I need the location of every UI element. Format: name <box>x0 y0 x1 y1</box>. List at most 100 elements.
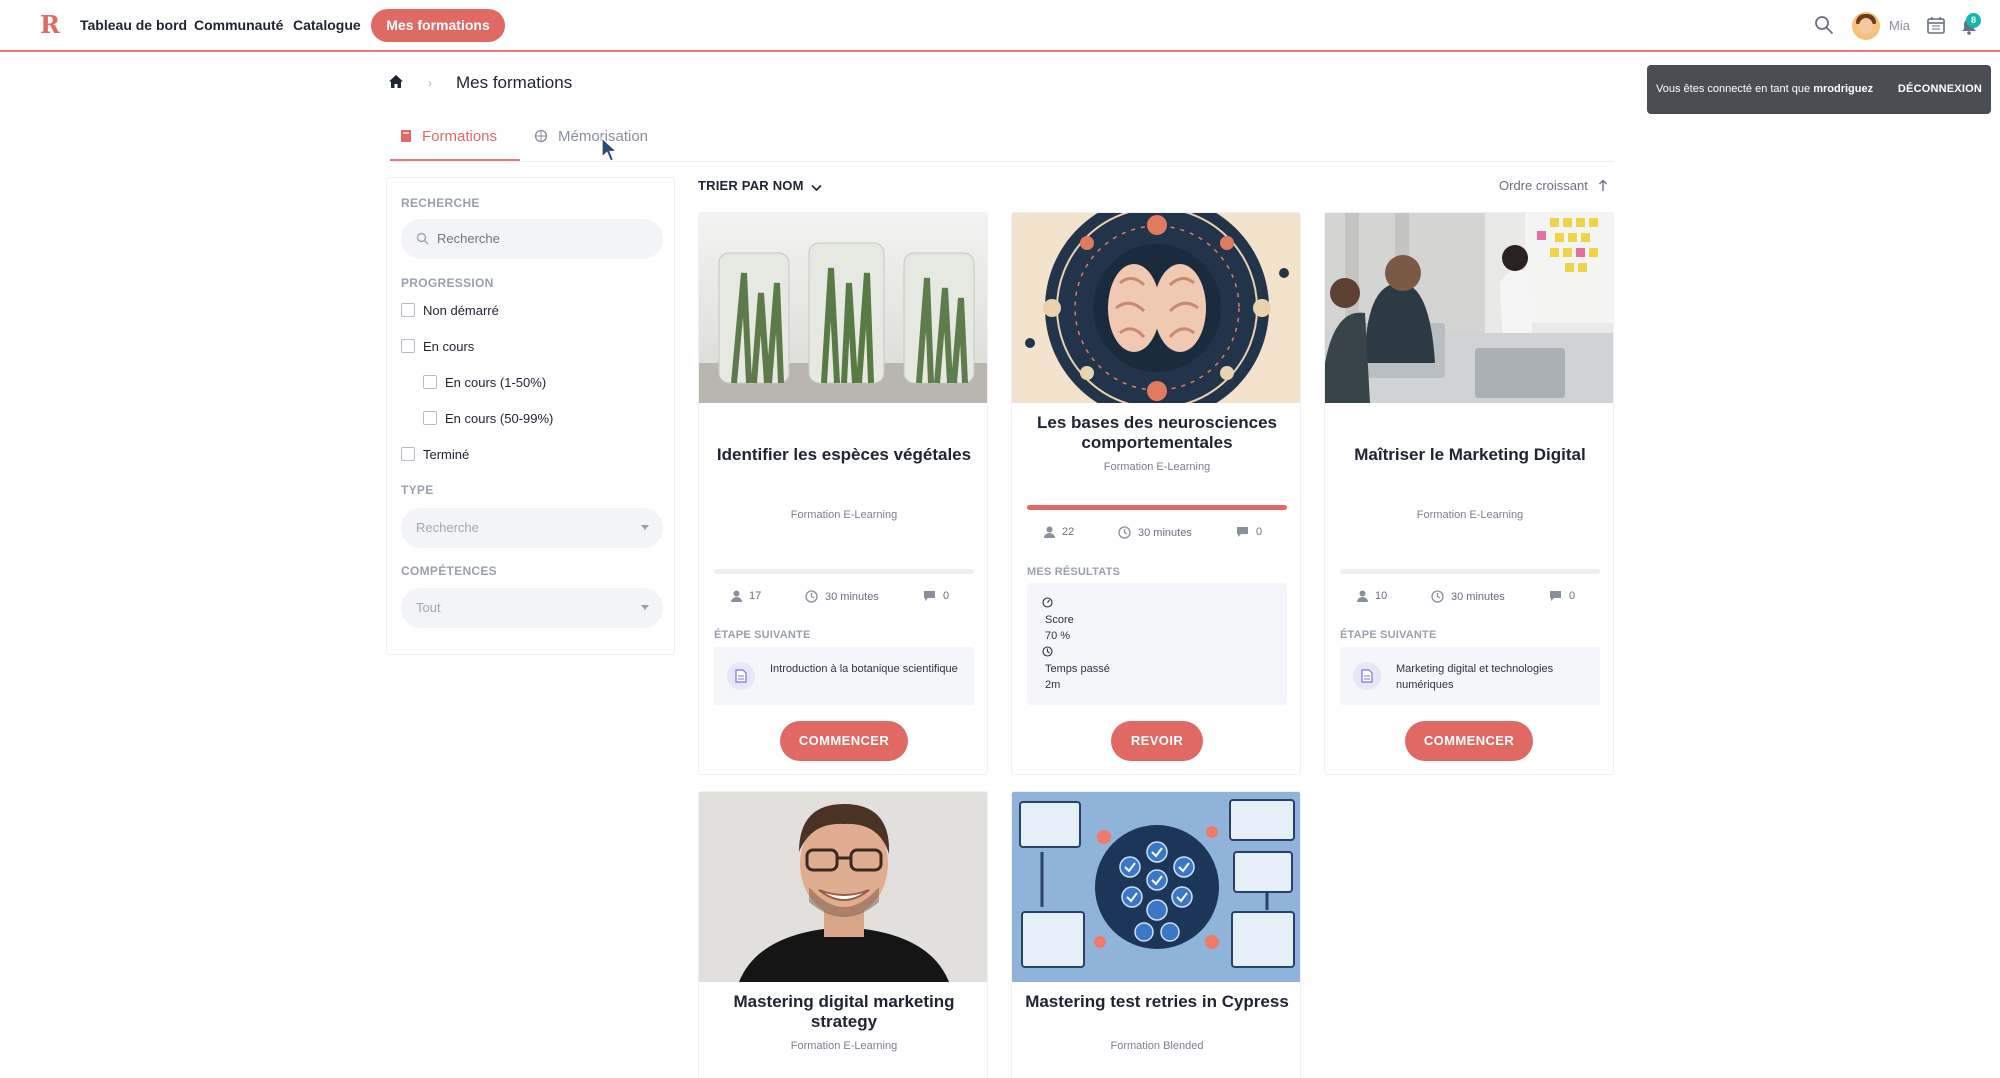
tab-formations[interactable]: Formations <box>400 128 497 145</box>
type-select[interactable]: Recherche <box>401 508 663 548</box>
results-label: MES RÉSULTATS <box>1027 566 1121 578</box>
tab-formations-label: Formations <box>422 128 498 145</box>
comments-stat: 0 <box>923 590 949 602</box>
filter-not-started[interactable]: Non démarré <box>401 303 499 318</box>
results-box: Score 70 % Temps passé 2m <box>1027 583 1287 705</box>
user-icon <box>731 590 742 602</box>
user-name[interactable]: Mia <box>1889 18 1910 33</box>
sort-order-toggle[interactable]: Ordre croissant <box>1499 178 1608 193</box>
learners-count: 17 <box>749 590 762 602</box>
checkbox[interactable] <box>423 411 437 425</box>
comment-icon <box>1550 591 1561 601</box>
chevron-down-icon <box>641 525 649 530</box>
arrow-up-icon <box>1598 179 1607 191</box>
filters-panel: RECHERCHE PROGRESSION Non démarré En cou… <box>386 177 675 655</box>
next-step-title: Marketing digital et technologies numéri… <box>1396 663 1554 691</box>
nav-link-my-trainings[interactable]: Mes formations <box>371 9 505 42</box>
comments-count: 0 <box>1256 526 1263 538</box>
course-card[interactable]: Mastering digital marketing strategy For… <box>698 791 988 1078</box>
time-spent-label: Temps passé <box>1045 663 1110 675</box>
next-step-label: ÉTAPE SUIVANTE <box>1340 629 1437 641</box>
notification-badge: 8 <box>1966 13 1981 28</box>
session-toast: Vous êtes connecté en tant que mrodrigue… <box>1647 65 1991 114</box>
tab-bar: Formations Mémorisation <box>387 114 1614 162</box>
learners-stat: 10 <box>1357 590 1387 602</box>
breadcrumb-separator: › <box>428 76 432 90</box>
comments-stat: 0 <box>1236 526 1262 538</box>
clock-icon <box>1118 526 1131 539</box>
nav-link-catalogue[interactable]: Catalogue <box>293 17 361 33</box>
checkbox[interactable] <box>401 447 415 461</box>
time-spent-value: 2m <box>1045 679 1061 691</box>
course-image <box>1012 792 1300 982</box>
course-title[interactable]: Maîtriser le Marketing Digital <box>1335 445 1605 465</box>
avatar[interactable] <box>1852 12 1880 40</box>
calendar-icon[interactable] <box>1925 14 1947 36</box>
course-card[interactable]: Mastering test retries in Cypress Format… <box>1011 791 1301 1078</box>
course-title[interactable]: Mastering test retries in Cypress <box>1022 992 1292 1012</box>
course-type: Formation E-Learning <box>1103 461 1211 473</box>
toast-username: mrodriguez <box>1813 83 1874 95</box>
filter-in-progress-1-50[interactable]: En cours (1-50%) <box>423 375 546 390</box>
course-image <box>699 213 987 403</box>
next-step[interactable]: Marketing digital et technologies numéri… <box>1340 647 1600 705</box>
next-step[interactable]: Introduction à la botanique scientifique <box>714 647 974 705</box>
brain-icon <box>534 129 548 143</box>
filter-completed[interactable]: Terminé <box>401 447 469 462</box>
review-button[interactable]: REVOIR <box>1111 721 1203 761</box>
comment-icon <box>924 591 935 601</box>
comments-count: 0 <box>943 590 950 602</box>
sort-by-label: TRIER PAR NOM <box>698 178 804 193</box>
checkbox[interactable] <box>401 303 415 317</box>
course-stats: 17 30 minutes 0 <box>714 590 974 606</box>
start-button[interactable]: COMMENCER <box>780 721 908 761</box>
filter-in-progress[interactable]: En cours <box>401 339 474 354</box>
sort-by-dropdown[interactable]: TRIER PAR NOM <box>698 178 823 193</box>
filter-in-progress-label: En cours <box>423 339 475 354</box>
search-field[interactable] <box>401 219 663 259</box>
search-icon <box>416 232 429 245</box>
user-icon <box>1357 590 1368 602</box>
top-nav: R Tableau de bord Communauté Catalogue M… <box>0 0 2000 52</box>
duration-stat: 30 minutes <box>1118 526 1192 539</box>
course-stats: 22 30 minutes 0 <box>1027 526 1287 542</box>
course-type: Formation E-Learning <box>790 509 898 521</box>
course-title[interactable]: Les bases des neurosciences comportement… <box>1022 413 1292 453</box>
comments-count: 0 <box>1569 590 1576 602</box>
tab-memorisation[interactable]: Mémorisation <box>534 128 648 145</box>
course-card[interactable]: Maîtriser le Marketing Digital Formation… <box>1324 212 1614 775</box>
comments-stat: 0 <box>1549 590 1575 602</box>
filter-in-progress-1-50-label: En cours (1-50%) <box>445 375 547 390</box>
document-icon <box>1353 662 1381 690</box>
course-image <box>1325 213 1613 403</box>
type-label: TYPE <box>401 483 434 497</box>
search-icon[interactable] <box>1813 14 1835 36</box>
checkbox[interactable] <box>423 375 437 389</box>
course-type: Formation E-Learning <box>1416 509 1524 521</box>
home-icon[interactable] <box>387 73 405 91</box>
course-title[interactable]: Mastering digital marketing strategy <box>709 992 979 1032</box>
nav-link-community[interactable]: Communauté <box>194 17 283 33</box>
course-type: Formation E-Learning <box>790 1040 898 1052</box>
skills-select[interactable]: Tout <box>401 588 663 628</box>
course-card[interactable]: Identifier les espèces végétales Formati… <box>698 212 988 775</box>
score-value: 70 % <box>1045 630 1071 642</box>
next-step-label: ÉTAPE SUIVANTE <box>714 629 811 641</box>
gauge-icon <box>1042 597 1053 608</box>
course-card[interactable]: Les bases des neurosciences comportement… <box>1011 212 1301 775</box>
app-logo[interactable]: R <box>40 13 60 37</box>
start-button[interactable]: COMMENCER <box>1405 721 1533 761</box>
filter-completed-label: Terminé <box>423 447 470 462</box>
chevron-down-icon <box>811 184 823 192</box>
duration-value: 30 minutes <box>1451 591 1505 603</box>
learners-stat: 22 <box>1044 526 1074 538</box>
course-title[interactable]: Identifier les espèces végétales <box>709 445 979 465</box>
search-input[interactable] <box>437 231 637 246</box>
tab-active-indicator <box>390 159 520 161</box>
filter-not-started-label: Non démarré <box>423 303 499 318</box>
checkbox[interactable] <box>401 339 415 353</box>
filter-in-progress-50-99[interactable]: En cours (50-99%) <box>423 411 553 426</box>
sort-order-label: Ordre croissant <box>1499 178 1588 193</box>
nav-link-dashboard[interactable]: Tableau de bord <box>80 17 187 33</box>
logout-button[interactable]: DÉCONNEXION <box>1898 83 1982 95</box>
